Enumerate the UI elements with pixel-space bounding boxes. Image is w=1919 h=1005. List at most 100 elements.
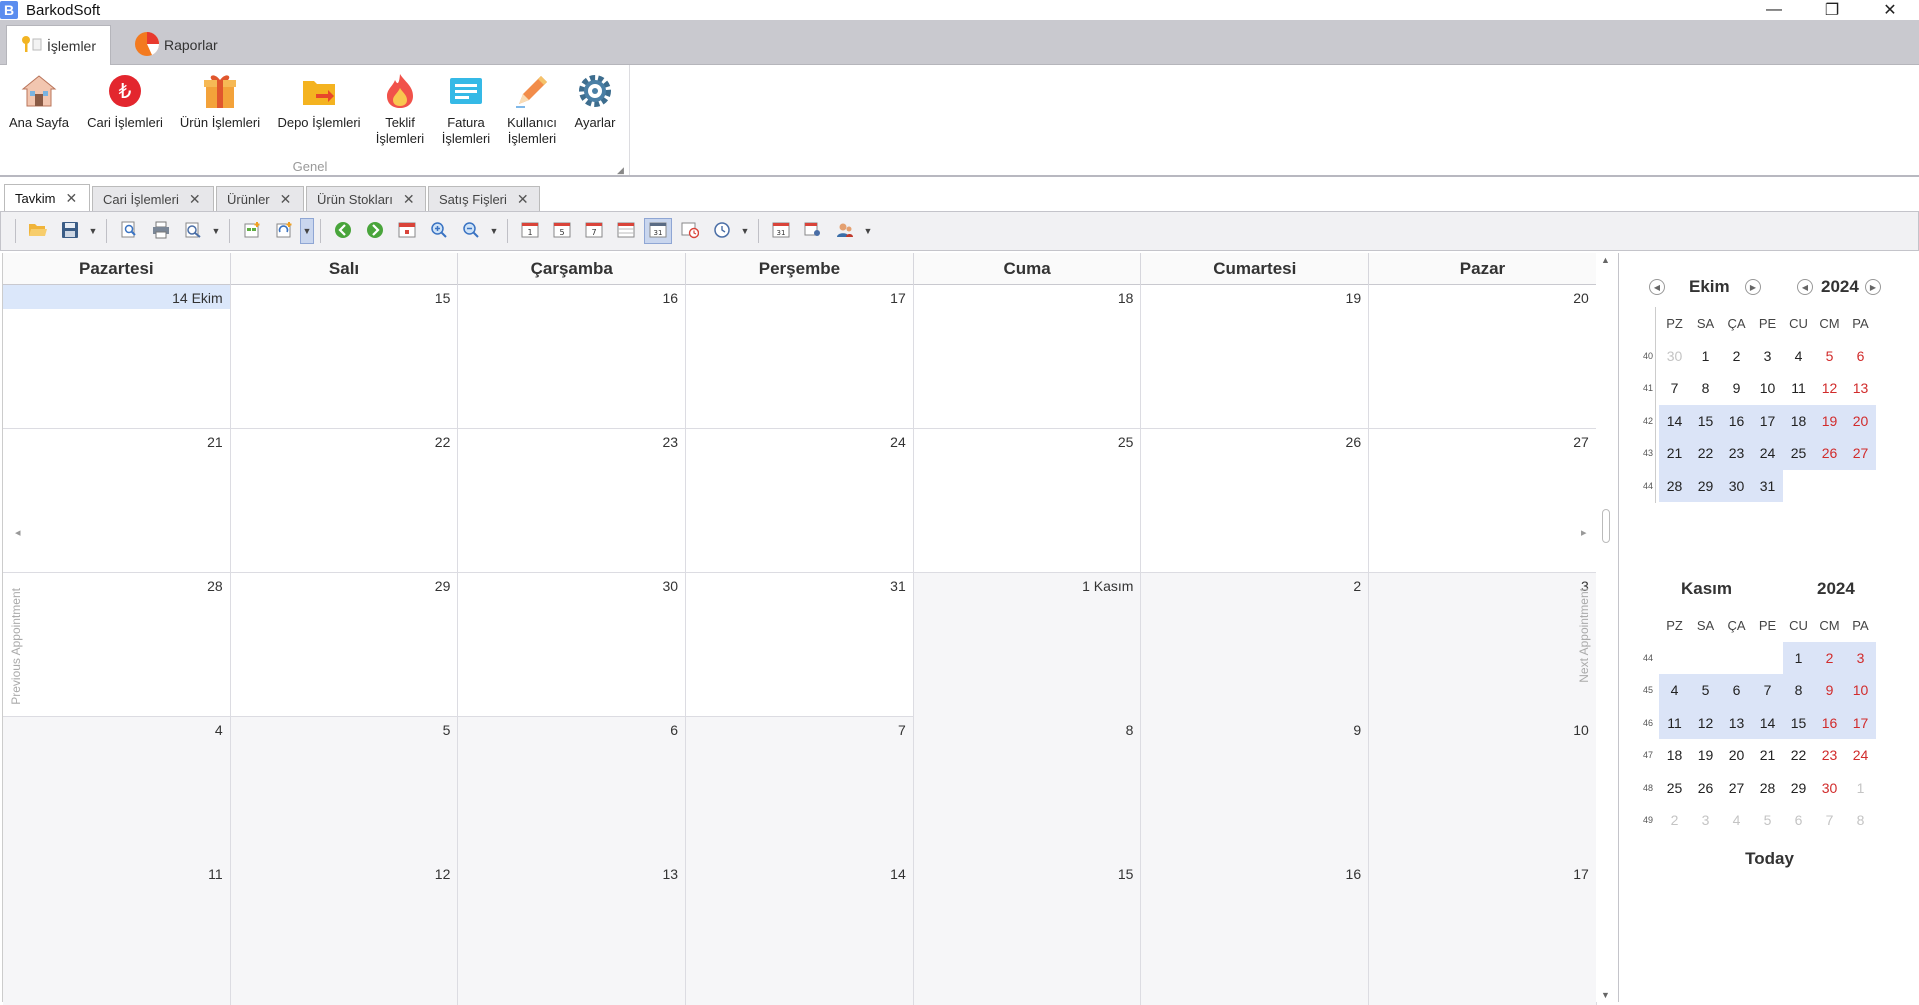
- gantt-view-button[interactable]: [676, 218, 704, 244]
- day-cell[interactable]: 11: [3, 861, 231, 1005]
- mini-day[interactable]: 7: [1814, 804, 1845, 837]
- mini-day[interactable]: 4: [1783, 340, 1814, 373]
- mini-day-selected[interactable]: 30: [1721, 469, 1752, 502]
- time-scale-button[interactable]: [708, 218, 736, 244]
- day-cell[interactable]: 13: [458, 861, 687, 1005]
- tab-raporlar[interactable]: Raporlar: [120, 25, 232, 65]
- day-cell[interactable]: 30: [458, 573, 687, 717]
- print-button[interactable]: [147, 218, 175, 244]
- new-appointment-button[interactable]: [238, 218, 266, 244]
- mini-day[interactable]: 28: [1752, 772, 1783, 805]
- fatura-islemleri-button[interactable]: Fatura İşlemleri: [436, 71, 496, 147]
- mini-day-selected[interactable]: 20: [1845, 404, 1876, 437]
- mini-day[interactable]: 4: [1721, 804, 1752, 837]
- day-cell[interactable]: 8: [913, 717, 1142, 861]
- mini-day[interactable]: 26: [1690, 772, 1721, 805]
- day-cell[interactable]: 17: [686, 285, 914, 429]
- day-cell[interactable]: 1 Kasım: [913, 573, 1142, 717]
- close-tab-icon[interactable]: ✕: [65, 190, 77, 207]
- save-dropdown[interactable]: ▼: [86, 218, 100, 244]
- mini-day[interactable]: 9: [1721, 372, 1752, 405]
- mini-day[interactable]: 12: [1814, 372, 1845, 405]
- day-cell[interactable]: 3: [1369, 573, 1597, 717]
- day-cell[interactable]: 27: [1369, 429, 1597, 573]
- mini-day-selected[interactable]: 14: [1752, 706, 1783, 739]
- mini-day-selected[interactable]: 14: [1659, 404, 1690, 437]
- calendar-scrollbar[interactable]: ▲ ▼: [1596, 253, 1616, 1002]
- mini-day-selected[interactable]: 2: [1814, 641, 1845, 674]
- mini-day[interactable]: 30: [1814, 772, 1845, 805]
- mini-day-selected[interactable]: 4: [1659, 674, 1690, 707]
- scroll-down-icon[interactable]: ▼: [1601, 990, 1610, 1000]
- scroll-thumb[interactable]: [1602, 509, 1610, 543]
- doc-tab-urunler[interactable]: Ürünler ✕: [216, 186, 304, 211]
- doc-tab-satis-fisleri[interactable]: Satış Fişleri ✕: [428, 186, 540, 211]
- day-cell[interactable]: 31: [686, 573, 914, 717]
- mini-day-selected[interactable]: 18: [1783, 404, 1814, 437]
- close-tab-icon[interactable]: ✕: [403, 191, 415, 208]
- save-button[interactable]: [56, 218, 84, 244]
- next-year-icon[interactable]: ▶: [1865, 279, 1881, 295]
- resource-button[interactable]: [831, 218, 859, 244]
- view-dropdown[interactable]: ▼: [738, 218, 752, 244]
- doc-tab-cari-islemleri[interactable]: Cari İşlemleri ✕: [92, 186, 214, 211]
- mini-day-selected[interactable]: 29: [1690, 469, 1721, 502]
- mini-day[interactable]: 11: [1783, 372, 1814, 405]
- backward-button[interactable]: [329, 218, 357, 244]
- day-cell[interactable]: 10: [1369, 717, 1597, 861]
- day-cell[interactable]: 14: [686, 861, 914, 1005]
- day-cell[interactable]: 22: [231, 429, 459, 573]
- open-button[interactable]: [24, 218, 52, 244]
- navigation-dropdown[interactable]: ▼: [487, 218, 501, 244]
- mini-day-selected[interactable]: 21: [1659, 437, 1690, 470]
- day-view-button[interactable]: 1: [516, 218, 544, 244]
- kullanici-islemleri-button[interactable]: Kullanıcı İşlemleri: [502, 71, 562, 147]
- doc-tab-tavkim[interactable]: Tavkim ✕: [4, 184, 90, 211]
- day-cell[interactable]: 12: [230, 861, 459, 1005]
- group-dropdown[interactable]: ▼: [861, 218, 875, 244]
- mini-day[interactable]: 8: [1845, 804, 1876, 837]
- day-cell[interactable]: 9: [1141, 717, 1370, 861]
- mini-day-selected[interactable]: 26: [1814, 437, 1845, 470]
- prev-appointment-arrow-icon[interactable]: ◂: [15, 526, 21, 539]
- mini-day-selected[interactable]: 15: [1783, 706, 1814, 739]
- day-cell[interactable]: 18: [914, 285, 1142, 429]
- day-cell[interactable]: 17: [1369, 861, 1597, 1005]
- day-cell[interactable]: 5: [230, 717, 459, 861]
- mini-day[interactable]: 3: [1690, 804, 1721, 837]
- mini-day-selected[interactable]: 16: [1721, 404, 1752, 437]
- mini-day-selected[interactable]: 27: [1845, 437, 1876, 470]
- zoom-in-button[interactable]: [425, 218, 453, 244]
- group-launcher-icon[interactable]: ◢: [617, 165, 624, 176]
- preview-button[interactable]: [115, 218, 143, 244]
- next-appointment-arrow-icon[interactable]: ▸: [1581, 526, 1587, 539]
- day-cell[interactable]: 15: [913, 861, 1142, 1005]
- mini-day[interactable]: 25: [1659, 772, 1690, 805]
- mini-day-selected[interactable]: 22: [1690, 437, 1721, 470]
- day-cell[interactable]: 19: [1141, 285, 1370, 429]
- goto-today-button[interactable]: [393, 218, 421, 244]
- teklif-islemleri-button[interactable]: Teklif İşlemleri: [372, 71, 428, 147]
- mini-day[interactable]: 13: [1845, 372, 1876, 405]
- day-cell[interactable]: 20: [1369, 285, 1597, 429]
- ana-sayfa-button[interactable]: Ana Sayfa: [6, 71, 72, 131]
- mini-day-selected[interactable]: 19: [1814, 404, 1845, 437]
- tab-islemler[interactable]: İşlemler: [6, 25, 112, 65]
- mini-day[interactable]: 2: [1659, 804, 1690, 837]
- day-cell-selected[interactable]: 14 Ekim: [3, 285, 231, 429]
- mini-day-selected[interactable]: 9: [1814, 674, 1845, 707]
- mini-day-selected[interactable]: 12: [1690, 706, 1721, 739]
- close-tab-icon[interactable]: ✕: [189, 191, 201, 208]
- mini-day-selected[interactable]: 17: [1845, 706, 1876, 739]
- next-appointment-button[interactable]: Next Appointment: [1577, 588, 1591, 683]
- work-week-view-button[interactable]: 5: [548, 218, 576, 244]
- mini-day[interactable]: 29: [1783, 772, 1814, 805]
- group-by-date-button[interactable]: 31: [767, 218, 795, 244]
- day-cell[interactable]: 2: [1141, 573, 1370, 717]
- mini-day[interactable]: 22: [1783, 739, 1814, 772]
- minimize-button[interactable]: —: [1745, 0, 1803, 20]
- mini-day[interactable]: 24: [1845, 739, 1876, 772]
- mini-day[interactable]: 10: [1752, 372, 1783, 405]
- day-cell[interactable]: 16: [1141, 861, 1370, 1005]
- day-cell[interactable]: 29: [231, 573, 459, 717]
